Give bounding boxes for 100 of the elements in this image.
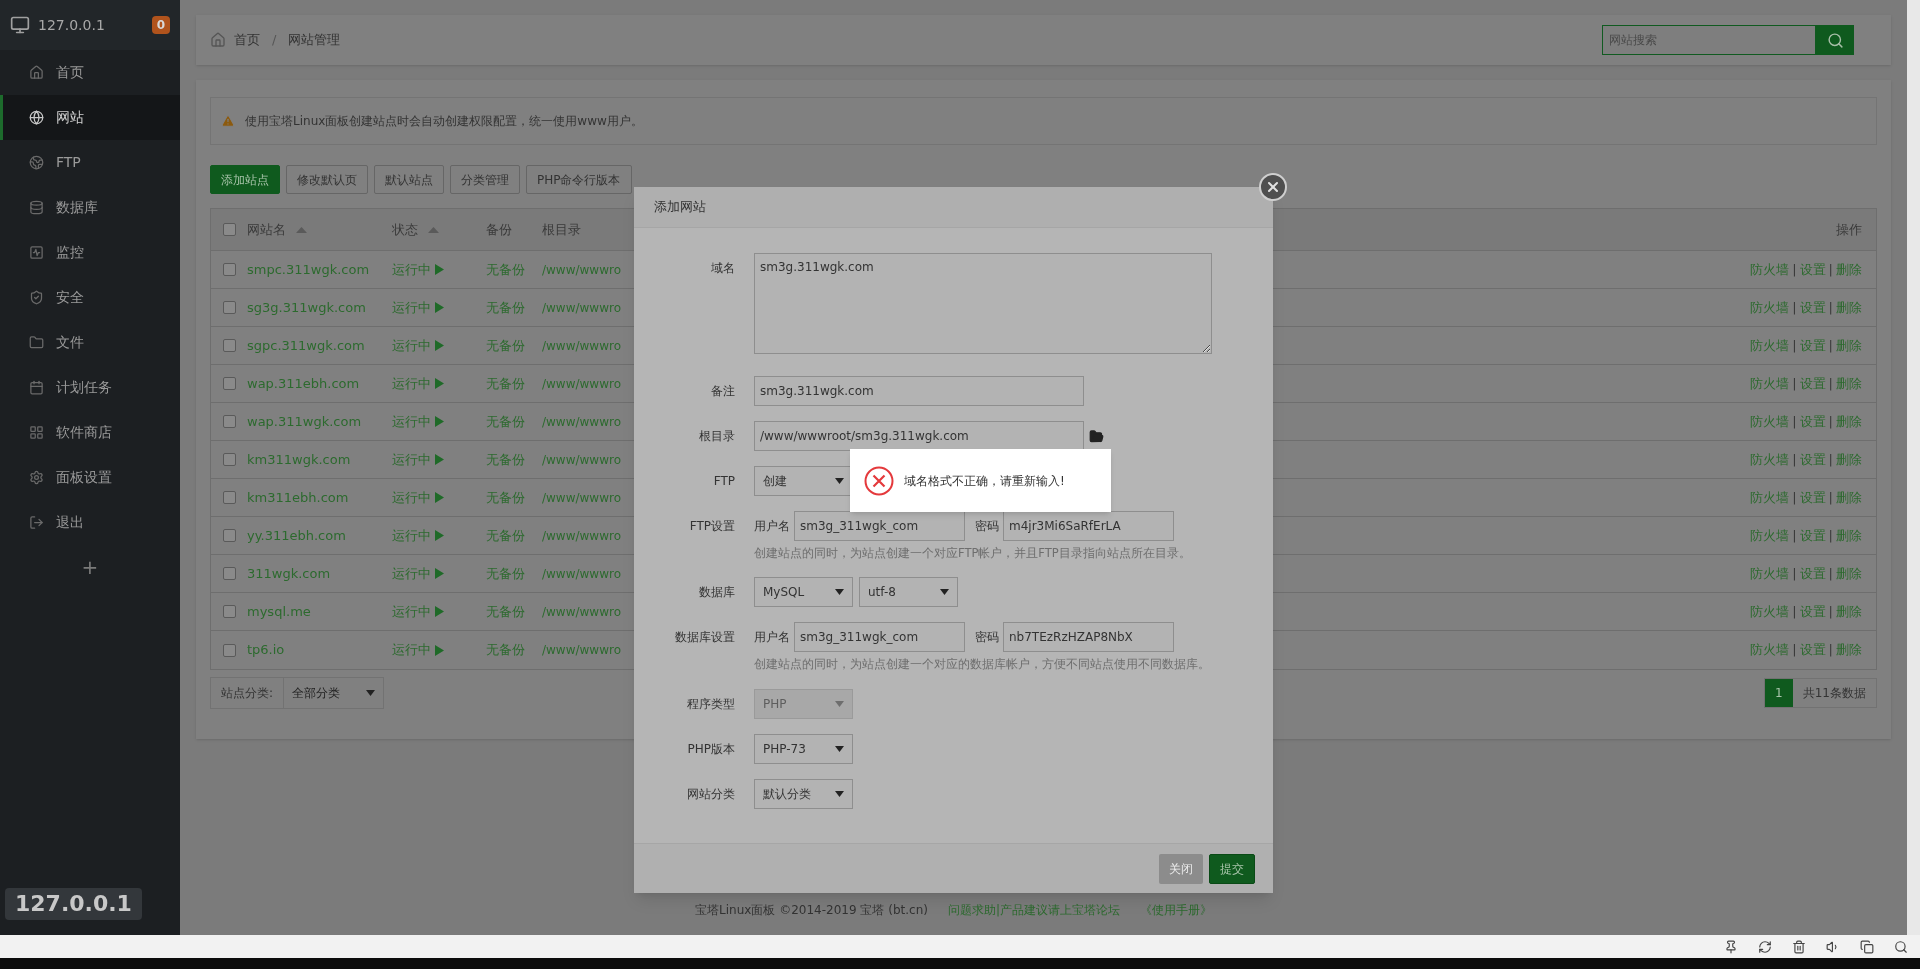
toolbar-button[interactable]: 添加站点 — [210, 165, 280, 194]
action-link[interactable]: 删除 — [1836, 297, 1862, 318]
backup-link[interactable]: 无备份 — [486, 375, 525, 391]
action-link[interactable]: 删除 — [1836, 563, 1862, 584]
action-link[interactable]: 防火墙 — [1750, 449, 1790, 470]
add-menu-button[interactable]: + — [81, 555, 99, 579]
action-link[interactable]: 防火墙 — [1750, 601, 1790, 622]
site-name-link[interactable]: smpc.311wgk.com — [247, 261, 370, 277]
root-path-link[interactable]: /www/wwwro — [542, 262, 621, 277]
action-link[interactable]: 删除 — [1836, 259, 1862, 280]
select-field[interactable]: utf-8 — [859, 577, 958, 608]
site-name-link[interactable]: km311ebh.com — [247, 489, 349, 505]
backup-link[interactable]: 无备份 — [486, 642, 525, 658]
status-text[interactable]: 运行中 — [392, 563, 431, 584]
status-text[interactable]: 运行中 — [392, 640, 431, 660]
root-path-link[interactable]: /www/wwwro — [542, 376, 621, 391]
sidebar-item[interactable]: 退出 — [0, 500, 180, 545]
status-text[interactable]: 运行中 — [392, 259, 431, 280]
backup-link[interactable]: 无备份 — [486, 299, 525, 315]
action-link[interactable]: 设置 — [1799, 373, 1826, 394]
action-link[interactable]: 设置 — [1799, 335, 1826, 356]
sidebar-item[interactable]: 安全 — [0, 275, 180, 320]
action-link[interactable]: 设置 — [1799, 487, 1826, 508]
status-text[interactable]: 运行中 — [392, 411, 431, 432]
toolbar-button[interactable]: PHP命令行版本 — [526, 165, 632, 194]
input-field[interactable]: nb7TEzRzHZAP8NbX — [1003, 622, 1174, 653]
backup-link[interactable]: 无备份 — [486, 527, 525, 543]
select-field[interactable]: 创建 — [754, 466, 853, 496]
status-text[interactable]: 运行中 — [392, 601, 431, 622]
action-link[interactable]: 防火墙 — [1750, 487, 1790, 508]
dialog-button[interactable]: 提交 — [1209, 853, 1255, 884]
input-field[interactable]: m4jr3Mi6SaRfErLA — [1003, 511, 1174, 541]
notification-badge[interactable]: 0 — [151, 16, 170, 34]
site-name-link[interactable]: sg3g.311wgk.com — [247, 299, 366, 315]
status-text[interactable]: 运行中 — [392, 335, 431, 356]
action-link[interactable]: 防火墙 — [1750, 335, 1790, 356]
action-link[interactable]: 删除 — [1836, 411, 1862, 432]
breadcrumb-item[interactable]: 首页 — [234, 30, 260, 50]
dialog-button[interactable]: 关闭 — [1159, 853, 1203, 884]
select-field[interactable]: 默认分类 — [754, 778, 853, 809]
site-name-link[interactable]: sgpc.311wgk.com — [247, 337, 365, 353]
backup-link[interactable]: 无备份 — [486, 565, 525, 581]
root-path-link[interactable]: /www/wwwro — [542, 528, 621, 543]
status-text[interactable]: 运行中 — [392, 449, 431, 470]
action-link[interactable]: 设置 — [1799, 259, 1826, 280]
sidebar-item[interactable]: 软件商店 — [0, 410, 180, 455]
domain-textarea[interactable]: sm3g.311wgk.com — [754, 253, 1212, 354]
toolbar-button[interactable]: 修改默认页 — [286, 165, 368, 194]
root-path-link[interactable]: /www/wwwro — [542, 300, 621, 315]
backup-link[interactable]: 无备份 — [486, 603, 525, 619]
site-name-link[interactable]: wap.311wgk.com — [247, 413, 362, 429]
action-link[interactable]: 删除 — [1836, 525, 1862, 546]
sidebar-item[interactable]: FTP — [0, 140, 180, 185]
column-header[interactable]: 状态 — [392, 219, 439, 240]
action-link[interactable]: 删除 — [1836, 487, 1862, 508]
root-path-link[interactable]: /www/wwwro — [542, 452, 621, 467]
sidebar-item[interactable]: 数据库 — [0, 185, 180, 230]
footer-link[interactable]: 《使用手册》 — [1139, 901, 1212, 919]
action-link[interactable]: 防火墙 — [1750, 563, 1790, 584]
site-name-link[interactable]: mysql.me — [247, 603, 311, 619]
toolbar-button[interactable]: 分类管理 — [450, 165, 520, 194]
site-name-link[interactable]: wap.311ebh.com — [247, 375, 360, 391]
action-link[interactable]: 删除 — [1836, 373, 1862, 394]
root-path-link[interactable]: /www/wwwro — [542, 338, 621, 353]
sidebar-item[interactable]: 首页 — [0, 50, 180, 95]
sidebar-item[interactable]: 计划任务 — [0, 365, 180, 410]
backup-link[interactable]: 无备份 — [486, 489, 525, 505]
site-name-link[interactable]: 311wgk.com — [247, 565, 331, 581]
action-link[interactable]: 设置 — [1799, 601, 1826, 622]
category-select[interactable]: 全部分类 — [283, 678, 384, 708]
action-link[interactable]: 防火墙 — [1750, 525, 1790, 546]
action-link[interactable]: 防火墙 — [1750, 411, 1790, 432]
root-path-link[interactable]: /www/wwwro — [542, 566, 621, 581]
action-link[interactable]: 防火墙 — [1750, 259, 1790, 280]
sidebar-item[interactable]: 网站 — [0, 95, 180, 140]
sidebar-item[interactable]: 文件 — [0, 320, 180, 365]
action-link[interactable]: 防火墙 — [1750, 297, 1790, 318]
action-link[interactable]: 设置 — [1799, 563, 1826, 584]
backup-link[interactable]: 无备份 — [486, 337, 525, 353]
site-name-link[interactable]: yy.311ebh.com — [247, 527, 346, 543]
action-link[interactable]: 设置 — [1799, 411, 1826, 432]
action-link[interactable]: 删除 — [1836, 640, 1862, 660]
status-text[interactable]: 运行中 — [392, 487, 431, 508]
action-link[interactable]: 删除 — [1836, 601, 1862, 622]
select-field[interactable]: PHP-73 — [754, 733, 853, 764]
input-field[interactable]: sm3g_311wgk_com — [794, 622, 965, 653]
footer-link[interactable]: 问题求助|产品建议请上宝塔论坛 — [947, 901, 1120, 919]
action-link[interactable]: 删除 — [1836, 449, 1862, 470]
toolbar-button[interactable]: 默认站点 — [374, 165, 444, 194]
input-field[interactable]: /www/wwwroot/sm3g.311wgk.com — [754, 421, 1084, 451]
input-field[interactable]: sm3g.311wgk.com — [754, 376, 1084, 406]
action-link[interactable]: 设置 — [1799, 449, 1826, 470]
root-path-link[interactable]: /www/wwwro — [542, 414, 621, 429]
select-field[interactable]: MySQL — [754, 577, 853, 608]
root-path-link[interactable]: /www/wwwro — [542, 604, 621, 619]
site-name-link[interactable]: tp6.io — [247, 642, 285, 658]
backup-link[interactable]: 无备份 — [486, 261, 525, 277]
action-link[interactable]: 防火墙 — [1750, 373, 1790, 394]
input-field[interactable]: sm3g_311wgk_com — [794, 511, 965, 541]
site-name-link[interactable]: km311wgk.com — [247, 451, 351, 467]
